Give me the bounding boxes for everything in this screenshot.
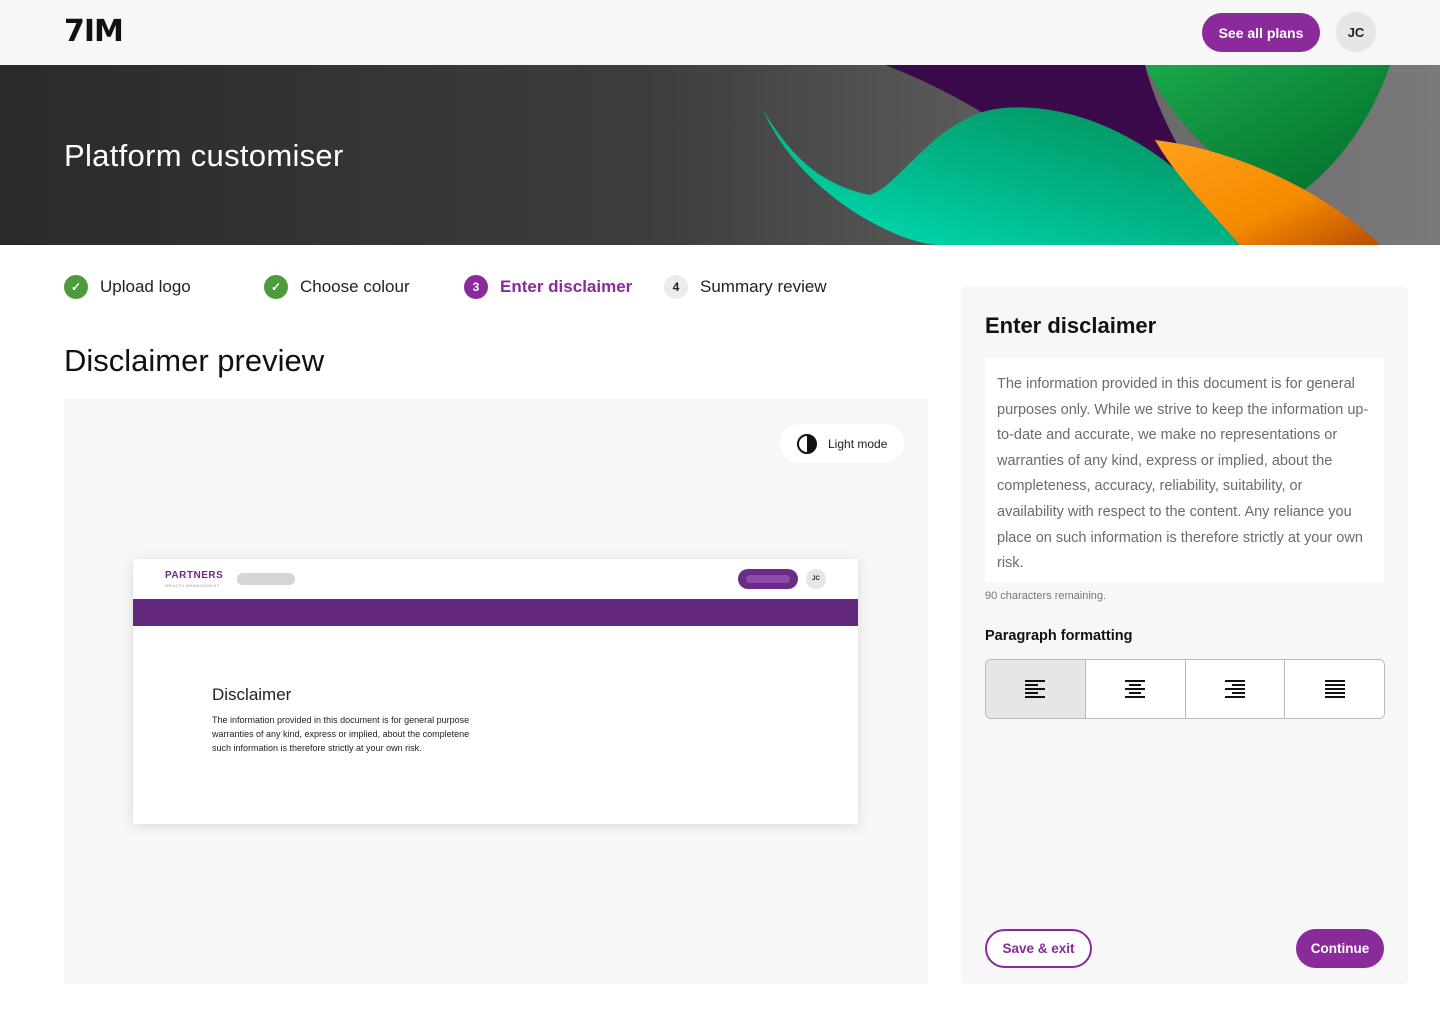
checkmark-icon: ✓ (64, 275, 88, 299)
see-all-plans-button[interactable]: See all plans (1202, 13, 1320, 52)
step-number-badge: 4 (664, 275, 688, 299)
align-right-icon (1224, 680, 1245, 698)
user-avatar[interactable]: JC (1336, 12, 1376, 52)
step-label: Choose colour (300, 277, 410, 296)
align-center-icon (1125, 680, 1146, 698)
hero-title: Platform customiser (64, 138, 344, 173)
top-navigation: 7IM See all plans JC (0, 0, 1440, 65)
step-label: Summary review (700, 277, 827, 296)
step-label: Enter disclaimer (500, 277, 633, 296)
panel-title: Enter disclaimer (985, 313, 1157, 338)
mock-button-placeholder (738, 569, 798, 589)
contrast-icon (797, 433, 817, 454)
mock-page-preview: PARTNERS WEALTH MANAGEMENT JC Disclaimer… (133, 559, 858, 824)
mock-colour-band (133, 599, 858, 626)
disclaimer-editor-panel: Enter disclaimer The information provide… (961, 286, 1408, 984)
align-justify-icon (1324, 680, 1345, 698)
mock-body-line: such information is therefore strictly a… (212, 743, 422, 753)
preview-title: Disclaimer preview (64, 343, 325, 378)
characters-remaining: 90 characters remaining. (985, 590, 1107, 602)
align-center-button[interactable] (1085, 660, 1186, 718)
mock-body-line: warranties of any kind, express or impli… (212, 729, 470, 739)
step-summary-review[interactable]: 4 Summary review (664, 274, 827, 300)
align-left-icon (1025, 680, 1046, 698)
alignment-button-group (985, 659, 1385, 719)
step-upload-logo[interactable]: ✓ Upload logo (64, 274, 191, 300)
step-number-badge: 3 (464, 275, 488, 299)
step-choose-colour[interactable]: ✓ Choose colour (264, 274, 410, 300)
mock-brand-subtitle: WEALTH MANAGEMENT (165, 583, 220, 588)
hero-banner: Platform customiser (0, 65, 1440, 245)
checkmark-icon: ✓ (264, 275, 288, 299)
brand-logo[interactable]: 7IM (64, 14, 124, 49)
align-left-button[interactable] (986, 660, 1086, 718)
mock-nav-placeholder (237, 573, 295, 585)
continue-button[interactable]: Continue (1296, 929, 1384, 968)
disclaimer-textarea[interactable]: The information provided in this documen… (985, 358, 1384, 582)
step-enter-disclaimer[interactable]: 3 Enter disclaimer (464, 274, 632, 300)
save-and-exit-button[interactable]: Save & exit (985, 929, 1092, 968)
step-label: Upload logo (100, 277, 191, 296)
align-justify-button[interactable] (1285, 660, 1384, 718)
mock-avatar: JC (806, 569, 826, 589)
mock-disclaimer-heading: Disclaimer (212, 685, 292, 704)
disclaimer-preview-area: Light mode PARTNERS WEALTH MANAGEMENT JC… (64, 399, 928, 984)
mock-disclaimer-body: The information provided in this documen… (212, 713, 504, 757)
mode-label: Light mode (828, 436, 888, 451)
align-right-button[interactable] (1185, 660, 1286, 718)
mock-brand-logo: PARTNERS (165, 570, 224, 581)
light-mode-toggle[interactable]: Light mode (780, 424, 904, 463)
mock-body-line: The information provided in this documen… (212, 715, 470, 725)
paragraph-formatting-label: Paragraph formatting (985, 628, 1133, 644)
mock-header: PARTNERS WEALTH MANAGEMENT JC (133, 559, 858, 599)
